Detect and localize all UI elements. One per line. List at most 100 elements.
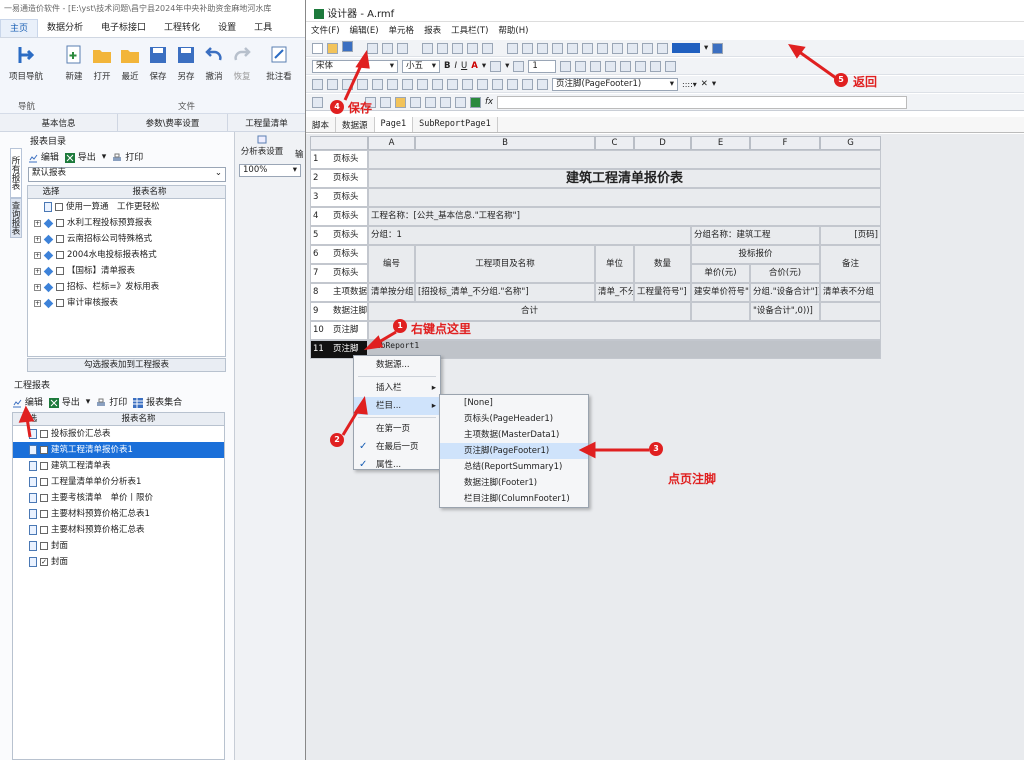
formula-bar[interactable] — [497, 95, 908, 109]
catalog-edit-button[interactable]: 编辑 — [28, 150, 59, 163]
line-width-select[interactable]: 1 — [528, 59, 557, 73]
row-label[interactable]: 8 主项数据 — [310, 283, 368, 302]
ctx-last-page[interactable]: ✓ 在最后一页 — [354, 438, 440, 456]
cut-icon[interactable] — [422, 42, 433, 54]
tab-tools[interactable]: 工具 — [245, 19, 281, 37]
header-qty-cell[interactable]: 数量 — [634, 245, 691, 283]
row-label[interactable]: 3 页标头 — [310, 188, 368, 207]
row-checkbox[interactable] — [56, 267, 64, 275]
data-d-cell[interactable]: 工程量符号"] — [634, 283, 691, 302]
row-checkbox[interactable] — [56, 235, 64, 243]
project-edit-button[interactable]: 编辑 — [12, 395, 43, 408]
row-checkbox[interactable] — [40, 446, 48, 454]
row-checkbox[interactable] — [56, 299, 64, 307]
grid-icon[interactable] — [627, 42, 638, 54]
empty-row-cell[interactable] — [368, 150, 881, 169]
project-row[interactable]: 工程量清单单价分析表1 — [13, 474, 224, 490]
paste-icon[interactable] — [452, 42, 463, 54]
expand-icon[interactable]: + — [34, 251, 41, 259]
tab-data-analysis[interactable]: 数据分析 — [38, 19, 92, 37]
border-h-icon[interactable] — [372, 78, 383, 90]
group-cell[interactable]: 分组：1 — [368, 226, 691, 245]
confirm-icon[interactable] — [470, 96, 481, 108]
catalog-row[interactable]: 使用一算通 工作更轻松 — [28, 199, 225, 215]
tab-bill-quantity[interactable]: 工程量清单 — [228, 114, 305, 131]
row-checkbox[interactable] — [40, 494, 48, 502]
row-checkbox[interactable] — [40, 510, 48, 518]
border-grid-icon[interactable] — [357, 78, 368, 90]
border-right-icon[interactable] — [477, 78, 488, 90]
tab-param-settings[interactable]: 参数\费率设置 — [118, 114, 228, 131]
data-f-cell[interactable]: 分组."设备合计"]] — [750, 283, 820, 302]
menu-edit[interactable]: 编辑(E) — [345, 22, 384, 38]
row-label[interactable]: 7 页标头 — [310, 264, 368, 283]
row-label[interactable]: 10 页注脚 — [310, 321, 368, 340]
zoom-select[interactable]: 100% ▾ — [239, 164, 301, 177]
column-header[interactable]: E — [691, 136, 750, 150]
line-style-select[interactable]: ::::▾ — [682, 80, 697, 89]
func-icon-6[interactable] — [440, 96, 451, 108]
catalog-row[interactable]: + 云南招标公司特殊格式 — [28, 231, 225, 247]
header-price-cell[interactable]: 单价(元) — [691, 264, 750, 283]
border-none-icon[interactable] — [492, 78, 503, 90]
tab-script[interactable]: 脚本 — [306, 117, 337, 132]
row-checkbox[interactable] — [40, 478, 48, 486]
func-icon-7[interactable] — [455, 96, 466, 108]
ctx-insert-band[interactable]: 插入栏 ▸ — [354, 379, 440, 397]
band-select[interactable]: 页注脚(PageFooter1) ▾ — [552, 77, 678, 91]
redo-small-icon[interactable] — [482, 42, 493, 54]
func-icon-3[interactable] — [395, 96, 406, 108]
column-header[interactable]: F — [750, 136, 820, 150]
data-b-cell[interactable]: [招投标_清单_不分组."名称"] — [415, 283, 595, 302]
project-print-button[interactable]: 打印 — [96, 395, 127, 408]
row-label[interactable]: 9 数据注脚 — [310, 302, 368, 321]
split-icon[interactable] — [522, 42, 533, 54]
menu-help[interactable]: 帮助(H) — [493, 22, 533, 38]
tab-settings[interactable]: 设置 — [209, 19, 245, 37]
font-select[interactable]: 宋体 ▾ — [312, 59, 398, 73]
catalog-row[interactable]: + 【国标】清单报表 — [28, 263, 225, 279]
border-v-icon[interactable] — [387, 78, 398, 90]
report-filter-select[interactable]: 默认报表 ⌄ — [28, 167, 226, 182]
formula-icon[interactable]: fx — [485, 97, 493, 107]
project-row[interactable]: 封面 — [13, 538, 224, 554]
ctx-datasource[interactable]: 数据源... — [354, 356, 440, 374]
expand-icon[interactable]: + — [34, 299, 41, 307]
border-top-icon[interactable] — [432, 78, 443, 90]
row-label[interactable]: 4 页标头 — [310, 207, 368, 226]
project-row[interactable]: 主要材料预算价格汇总表 — [13, 522, 224, 538]
fill-color-icon[interactable] — [490, 60, 502, 72]
align-right-icon[interactable] — [605, 60, 617, 72]
catalog-print-button[interactable]: 打印 — [112, 150, 143, 163]
border-out-icon[interactable] — [342, 78, 353, 90]
sum-e-cell[interactable] — [691, 302, 750, 321]
font-color-button[interactable]: A — [471, 61, 478, 71]
func-icon-4[interactable] — [410, 96, 421, 108]
sum-cell[interactable]: 合计 — [368, 302, 691, 321]
delete-icon[interactable] — [597, 42, 608, 54]
table-grid-icon[interactable] — [657, 42, 668, 54]
row-checkbox[interactable] — [56, 251, 64, 259]
catalog-row[interactable]: + 招标、栏标=》发标用表 — [28, 279, 225, 295]
merge-icon[interactable] — [507, 42, 518, 54]
fill-icon[interactable] — [537, 42, 548, 54]
expand-icon[interactable]: + — [34, 235, 41, 243]
side-tab-query-reports[interactable]: 查询报表 — [10, 198, 22, 238]
project-name-cell[interactable]: 工程名称：[公共_基本信息."工程名称"] — [368, 207, 881, 226]
menu-file[interactable]: 文件(F) — [306, 22, 345, 38]
new-icon[interactable] — [312, 42, 323, 54]
project-nav-button[interactable]: 项目导航 — [6, 44, 46, 82]
side-tab-all-reports[interactable]: 所有报表 — [10, 148, 22, 198]
analysis-settings-button[interactable]: 分析表设置 — [237, 134, 287, 157]
expand-icon[interactable]: + — [34, 267, 41, 275]
tab-basic-info[interactable]: 基本信息 — [0, 114, 118, 131]
open-folder-icon[interactable] — [327, 42, 338, 54]
project-row[interactable]: 建筑工程清单表 — [13, 458, 224, 474]
column-header[interactable]: A — [368, 136, 415, 150]
bold-button[interactable]: B — [444, 61, 450, 71]
tab-datasource[interactable]: 数据源 — [336, 117, 375, 132]
expand-icon[interactable]: + — [34, 219, 41, 227]
data-c-cell[interactable]: 清单_不分组 — [595, 283, 634, 302]
func-icon-2[interactable] — [380, 96, 391, 108]
band-none[interactable]: [None] — [440, 395, 588, 411]
